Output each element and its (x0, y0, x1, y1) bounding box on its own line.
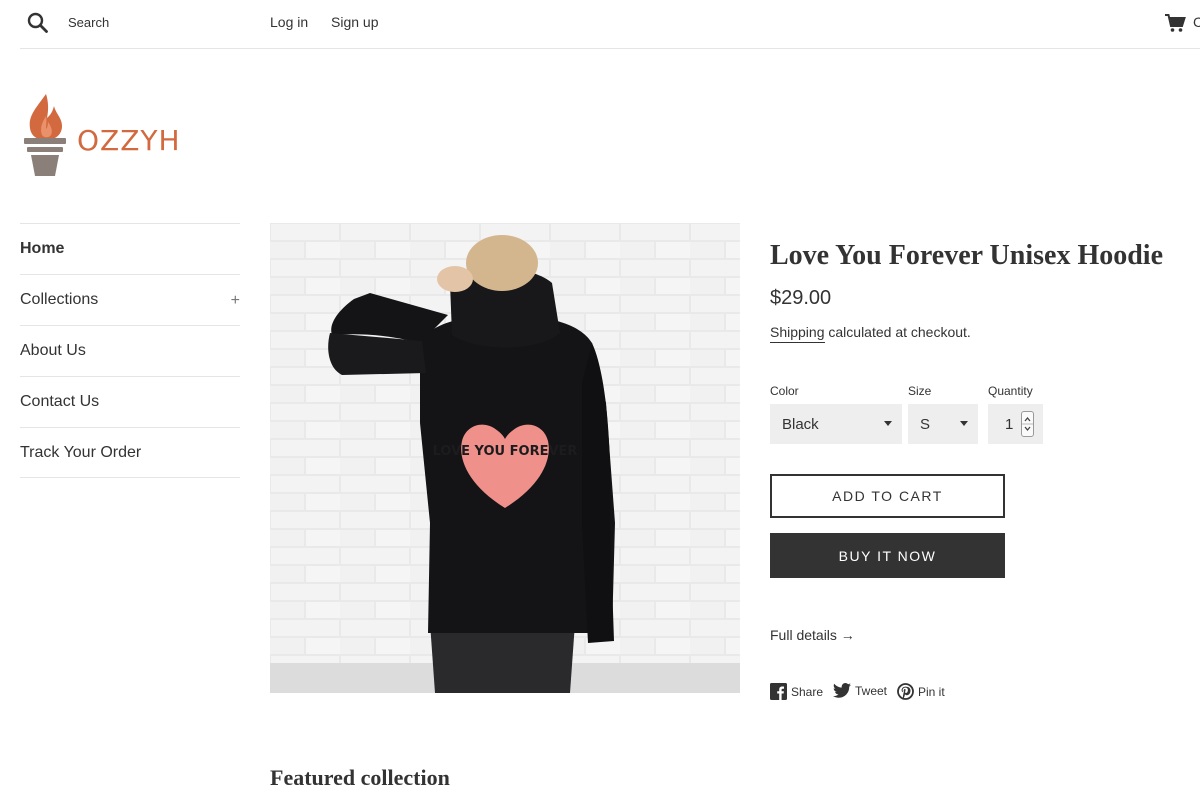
quantity-stepper[interactable] (1021, 411, 1034, 437)
color-select-value: Black (782, 415, 819, 433)
twitter-icon (833, 683, 851, 698)
cart-link[interactable]: C (1193, 14, 1200, 30)
featured-collection-title: Featured collection (270, 765, 450, 790)
buy-now-button[interactable]: BUY IT NOW (770, 533, 1005, 578)
search-input[interactable]: Search (68, 15, 109, 30)
product-title: Love You Forever Unisex Hoodie (770, 240, 1164, 271)
full-details-link[interactable]: Full details → (770, 627, 855, 643)
quantity-value: 1 (1005, 416, 1014, 433)
signup-link[interactable]: Sign up (331, 14, 378, 30)
sidebar-item-label: Collections (20, 291, 99, 308)
chevron-down-icon (960, 421, 968, 426)
share-pinterest-label: Pin it (918, 684, 945, 699)
shipping-note: Shipping calculated at checkout. (770, 324, 971, 343)
quantity-input[interactable]: 1 (988, 404, 1043, 444)
header-divider (20, 48, 1200, 49)
share-twitter-label: Tweet (855, 683, 888, 698)
quantity-label: Quantity (988, 384, 1033, 398)
hoodie-print-text: LOVE YOU FOREVER (433, 444, 578, 459)
size-select-value: S (920, 415, 931, 433)
sidebar-item-label: Track Your Order (20, 443, 142, 461)
chevron-down-icon (884, 421, 892, 426)
size-select[interactable]: S (908, 404, 978, 444)
product-image[interactable]: LOVE YOU FOREVER (270, 223, 740, 693)
login-link[interactable]: Log in (270, 14, 308, 30)
sidebar-item-label: Contact Us (20, 393, 100, 410)
color-label: Color (770, 384, 799, 398)
sidebar-item-label: About Us (20, 342, 86, 359)
sidebar-item-track-order[interactable]: Track Your Order (20, 427, 240, 478)
color-select[interactable]: Black (770, 404, 902, 444)
shipping-note-text: calculated at checkout. (824, 324, 971, 340)
shipping-link[interactable]: Shipping (770, 324, 825, 343)
sidebar-item-contact-us[interactable]: Contact Us (20, 376, 240, 427)
share-pinterest-link[interactable]: Pin it (897, 683, 945, 700)
logo-text: OZZYH (77, 124, 181, 157)
torch-logo-icon (24, 94, 66, 176)
share-facebook-link[interactable]: Share (770, 683, 823, 700)
top-bar: Search Log in Sign up C (0, 0, 1200, 49)
sidebar-item-home[interactable]: Home (20, 223, 240, 274)
search-icon[interactable] (27, 12, 49, 34)
share-twitter-link[interactable]: Tweet (833, 683, 887, 698)
facebook-icon (770, 683, 787, 700)
size-label: Size (908, 384, 932, 398)
sidebar-item-label: Home (20, 240, 65, 257)
share-facebook-label: Share (791, 684, 824, 699)
product-price: $29.00 (770, 287, 832, 309)
pinterest-icon (897, 683, 914, 700)
sidebar-nav: Home Collections + About Us Contact Us T… (20, 223, 240, 478)
sidebar-item-about-us[interactable]: About Us (20, 325, 240, 376)
add-to-cart-button[interactable]: ADD TO CART (770, 474, 1005, 518)
expand-plus-icon[interactable]: + (231, 292, 240, 310)
cart-icon[interactable] (1164, 13, 1186, 33)
sidebar-item-collections[interactable]: Collections + (20, 274, 240, 325)
